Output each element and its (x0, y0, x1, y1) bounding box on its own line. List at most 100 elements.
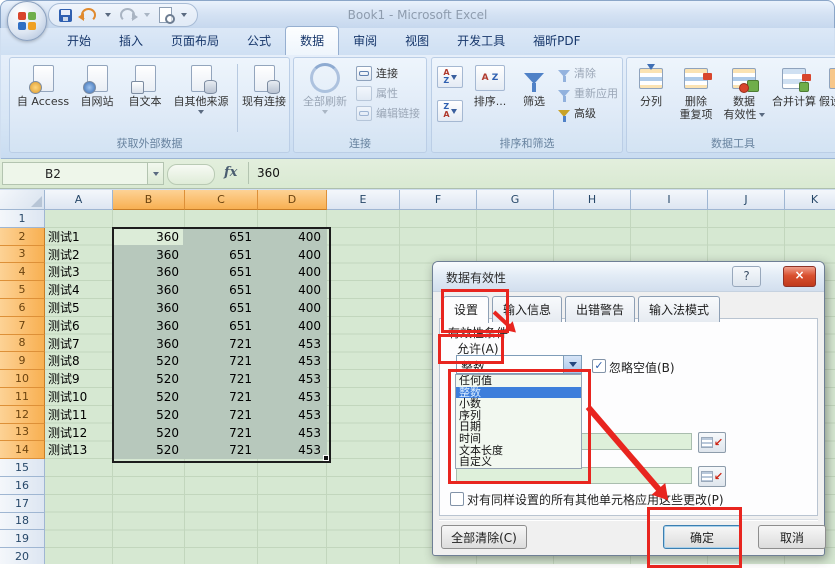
column-header-E[interactable]: E (327, 190, 400, 210)
dialog-help-button[interactable]: ? (732, 266, 761, 287)
advanced-filter-icon (558, 110, 570, 117)
undo-icon[interactable] (81, 8, 96, 22)
column-header-D[interactable]: D (258, 190, 327, 210)
column-header-F[interactable]: F (400, 190, 477, 210)
dialog-tab-3[interactable]: 输入法模式 (638, 296, 720, 322)
from-other-sources-button[interactable]: 自其他来源 (168, 62, 234, 114)
advanced-filter-button[interactable]: 高级 (558, 104, 596, 122)
row-header-20[interactable]: 20 (0, 548, 45, 564)
formula-bar-value[interactable]: 360 (257, 166, 280, 180)
cell-A13[interactable]: 测试12 (48, 426, 110, 440)
column-header-B[interactable]: B (113, 190, 185, 210)
row-header-10[interactable]: 10 (0, 370, 45, 388)
print-preview-icon[interactable] (159, 7, 172, 23)
ignore-blank-checkbox[interactable]: ✓ (592, 359, 606, 373)
ribbon-tab-7[interactable]: 开发工具 (443, 27, 519, 55)
cell-A10[interactable]: 测试9 (48, 372, 110, 386)
text-to-columns-button[interactable]: 分列 (631, 62, 671, 108)
remove-duplicates-button[interactable]: 删除 重复项 (673, 62, 719, 121)
ribbon-tab-2[interactable]: 页面布局 (157, 27, 233, 55)
clear-filter-button[interactable]: 清除 (558, 64, 596, 82)
column-header-H[interactable]: H (554, 190, 631, 210)
ribbon-tab-1[interactable]: 插入 (105, 27, 157, 55)
sort-button[interactable]: A Z 排序... (468, 62, 512, 108)
filter-button[interactable]: 筛选 (514, 62, 554, 108)
insert-function-icon[interactable]: fx (224, 165, 237, 180)
row-header-11[interactable]: 11 (0, 388, 45, 406)
name-box[interactable]: B2 (2, 162, 148, 185)
cell-A9[interactable]: 测试8 (48, 354, 110, 368)
from-access-button[interactable]: 自 Access (14, 62, 72, 108)
data-validation-button[interactable]: 数据 有效性 (721, 62, 767, 121)
row-header-14[interactable]: 14 (0, 441, 45, 459)
cell-A4[interactable]: 测试3 (48, 265, 110, 279)
column-header-J[interactable]: J (708, 190, 785, 210)
group-label: 连接 (294, 135, 426, 151)
row-header-5[interactable]: 5 (0, 281, 45, 299)
ribbon-tab-6[interactable]: 视图 (391, 27, 443, 55)
edit-links-button[interactable]: 编辑链接 (356, 104, 420, 122)
row-header-12[interactable]: 12 (0, 406, 45, 424)
dialog-tab-2[interactable]: 出错警告 (565, 296, 635, 322)
cell-A14[interactable]: 测试13 (48, 443, 110, 457)
reapply-button[interactable]: 重新应用 (558, 84, 618, 102)
collapse-dialog-button[interactable]: ↙ (698, 432, 726, 453)
row-header-15[interactable]: 15 (0, 459, 45, 477)
ribbon-tab-4[interactable]: 数据 (285, 26, 339, 55)
from-text-button[interactable]: 自文本 (122, 62, 168, 108)
apply-all-checkbox[interactable] (450, 492, 464, 506)
dialog-close-button[interactable]: × (783, 266, 816, 287)
row-header-3[interactable]: 3 (0, 246, 45, 264)
row-header-17[interactable]: 17 (0, 495, 45, 513)
cell-A5[interactable]: 测试4 (48, 283, 110, 297)
row-header-4[interactable]: 4 (0, 263, 45, 281)
cell-A3[interactable]: 测试2 (48, 248, 110, 262)
sort-descending-icon[interactable]: ZA (437, 100, 463, 122)
row-header-6[interactable]: 6 (0, 299, 45, 317)
cell-A11[interactable]: 测试10 (48, 390, 110, 404)
existing-connections-button[interactable]: 现有连接 (239, 62, 289, 108)
row-header-8[interactable]: 8 (0, 335, 45, 353)
cell-A6[interactable]: 测试5 (48, 301, 110, 315)
properties-button[interactable]: 属性 (356, 84, 398, 102)
cell-A8[interactable]: 测试7 (48, 337, 110, 351)
selection-fill-handle[interactable] (323, 455, 329, 461)
column-header-K[interactable]: K (785, 190, 835, 210)
customize-quick-access-icon[interactable] (181, 13, 187, 17)
row-header-9[interactable]: 9 (0, 352, 45, 370)
column-header-A[interactable]: A (45, 190, 113, 210)
clear-all-button[interactable]: 全部清除(C) (441, 525, 527, 549)
from-web-button[interactable]: 自网站 (74, 62, 120, 108)
office-button[interactable] (7, 1, 47, 41)
undo-dropdown-icon[interactable] (105, 13, 111, 17)
ribbon-tab-5[interactable]: 审阅 (339, 27, 391, 55)
select-all-corner[interactable] (0, 190, 45, 210)
row-header-19[interactable]: 19 (0, 530, 45, 548)
sort-ascending-icon[interactable]: AZ (437, 66, 463, 88)
cell-A7[interactable]: 测试6 (48, 319, 110, 333)
row-header-18[interactable]: 18 (0, 513, 45, 531)
row-header-2[interactable]: 2 (0, 228, 45, 246)
column-header-G[interactable]: G (477, 190, 554, 210)
connections-button[interactable]: 连接 (356, 64, 398, 82)
consolidate-button[interactable]: 合并计算 (769, 62, 819, 108)
refresh-all-button[interactable]: 全部刷新 (297, 62, 353, 114)
ribbon-tab-3[interactable]: 公式 (233, 27, 285, 55)
name-box-dropdown-icon[interactable] (148, 162, 164, 185)
cancel-button[interactable]: 取消 (758, 525, 826, 549)
collapse-dialog-button[interactable]: ↙ (698, 466, 726, 487)
ribbon-tab-0[interactable]: 开始 (53, 27, 105, 55)
row-header-13[interactable]: 13 (0, 424, 45, 442)
column-header-C[interactable]: C (185, 190, 258, 210)
dialog-title-bar[interactable]: 数据有效性 (433, 262, 824, 292)
row-header-7[interactable]: 7 (0, 317, 45, 335)
save-icon[interactable] (59, 9, 72, 22)
cell-A12[interactable]: 测试11 (48, 408, 110, 422)
redo-icon[interactable] (120, 8, 135, 22)
ribbon-tab-8[interactable]: 福昕PDF (519, 27, 594, 55)
row-header-16[interactable]: 16 (0, 477, 45, 495)
cell-A2[interactable]: 测试1 (48, 230, 110, 244)
what-if-analysis-button[interactable]: 假设分析 (821, 62, 835, 108)
column-header-I[interactable]: I (631, 190, 708, 210)
row-header-1[interactable]: 1 (0, 210, 45, 228)
